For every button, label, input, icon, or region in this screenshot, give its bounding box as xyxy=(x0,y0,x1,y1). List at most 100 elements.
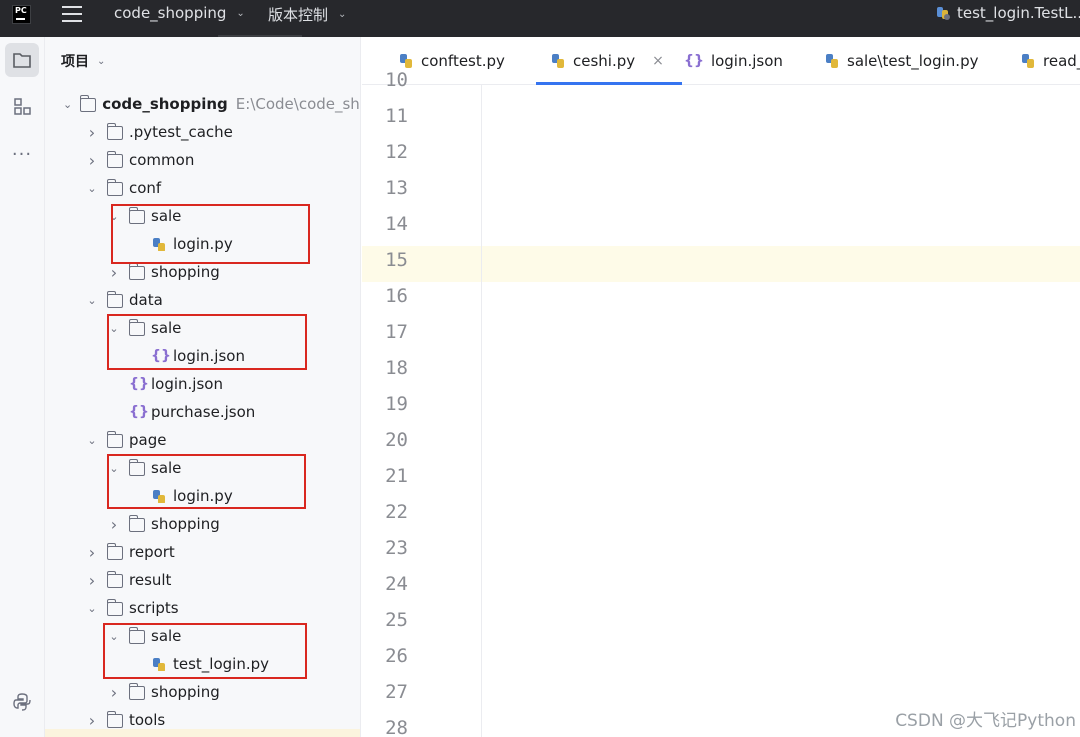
expanded-arrow-icon[interactable]: ⌄ xyxy=(85,602,99,615)
tree-root[interactable]: ⌄ code_shopping E:\Code\code_sho xyxy=(45,90,361,118)
tree-item[interactable]: › .pytest_cache xyxy=(45,118,360,146)
tree-item[interactable]: › shopping xyxy=(45,678,360,706)
highlight-box xyxy=(111,204,310,264)
collapsed-arrow-icon[interactable]: › xyxy=(85,543,99,562)
tree-item-label: .pytest_cache xyxy=(129,123,233,141)
line-number: 14 xyxy=(385,213,408,235)
collapsed-arrow-icon[interactable]: › xyxy=(107,515,121,534)
project-view-selector[interactable]: 项目 ⌄ xyxy=(61,51,105,71)
expanded-arrow-icon[interactable]: ⌄ xyxy=(85,434,99,447)
pycharm-logo-icon[interactable]: PC xyxy=(12,5,31,24)
tree-item-label: report xyxy=(129,543,175,561)
folder-icon xyxy=(106,291,123,308)
folder-icon xyxy=(106,711,123,728)
expanded-arrow-icon[interactable]: ⌄ xyxy=(63,98,72,111)
tab-label: login.json xyxy=(710,52,783,70)
more-tools-icon[interactable]: ··· xyxy=(5,137,39,171)
tab-sale-test-login[interactable]: sale\test_login.py xyxy=(824,37,978,85)
tab-login-json[interactable]: {} login.json xyxy=(684,37,783,85)
run-config-label: test_login.TestL... xyxy=(957,4,1080,22)
tree-item-label: shopping xyxy=(151,683,220,701)
expanded-arrow-icon[interactable]: ⌄ xyxy=(85,294,99,307)
gutter-separator xyxy=(481,85,482,737)
python-test-icon xyxy=(937,7,950,20)
collapsed-arrow-icon[interactable]: › xyxy=(85,711,99,730)
chevron-down-icon: ⌄ xyxy=(97,55,106,67)
folder-icon xyxy=(128,683,145,700)
line-number: 12 xyxy=(385,141,408,163)
title-bar: PC code_shopping ⌄ 版本控制 ⌄ test_login.Tes… xyxy=(0,0,1080,37)
tree-item[interactable]: › report xyxy=(45,538,360,566)
collapsed-arrow-icon[interactable]: › xyxy=(85,571,99,590)
folder-icon xyxy=(13,53,31,68)
tab-ceshi[interactable]: ceshi.py × xyxy=(536,37,682,85)
tree-item[interactable]: › shopping xyxy=(45,510,360,538)
root-path: E:\Code\code_sho xyxy=(235,95,361,113)
python-file-icon xyxy=(1022,54,1034,68)
json-file-icon: {} xyxy=(684,53,704,69)
vcs-widget[interactable]: 版本控制 ⌄ xyxy=(268,4,346,25)
tree-item-label: page xyxy=(129,431,167,449)
collapsed-arrow-icon[interactable]: › xyxy=(85,151,99,170)
line-number: 23 xyxy=(385,537,408,559)
tree-item[interactable]: {} login.json xyxy=(45,370,360,398)
tree-item[interactable]: › result xyxy=(45,566,360,594)
folder-icon xyxy=(128,263,145,280)
folder-icon xyxy=(106,151,123,168)
folder-icon xyxy=(79,95,97,112)
project-panel-title: 项目 xyxy=(61,54,89,70)
line-number: 20 xyxy=(385,429,408,451)
tool-window-strip: ··· xyxy=(0,37,45,737)
line-number: 22 xyxy=(385,501,408,523)
tree-item[interactable]: › common xyxy=(45,146,360,174)
close-tab-icon[interactable]: × xyxy=(652,53,664,69)
tree-item[interactable]: {} purchase.json xyxy=(45,398,360,426)
run-configuration-selector[interactable]: test_login.TestL... xyxy=(935,4,1080,22)
line-number: 26 xyxy=(385,645,408,667)
folder-icon xyxy=(106,543,123,560)
expanded-arrow-icon[interactable]: ⌄ xyxy=(85,182,99,195)
line-number: 27 xyxy=(385,681,408,703)
main-menu-icon[interactable] xyxy=(62,6,82,22)
selected-row-background xyxy=(45,729,360,737)
tree-item-label: purchase.json xyxy=(151,403,256,421)
tree-item[interactable]: ⌄ conf xyxy=(45,174,360,202)
tab-read[interactable]: read_ xyxy=(1020,37,1080,85)
folder-icon xyxy=(106,179,123,196)
tree-item[interactable]: ⌄ page xyxy=(45,426,360,454)
watermark: CSDN @大飞记Python xyxy=(895,711,1076,731)
line-number-gutter[interactable]: 10 11 12 13 14 15 16 17 18 19 20 21 22 23 24 25 26 27 28 xyxy=(362,69,434,737)
line-number: 13 xyxy=(385,177,408,199)
collapsed-arrow-icon[interactable]: › xyxy=(107,263,121,282)
tree-item[interactable]: ⌄ data xyxy=(45,286,360,314)
json-file-icon: {} xyxy=(129,376,149,392)
structure-icon xyxy=(14,98,31,115)
project-switcher[interactable]: code_shopping ⌄ xyxy=(114,4,245,22)
line-number: 24 xyxy=(385,573,408,595)
line-number: 16 xyxy=(385,285,408,307)
tab-label: ceshi.py xyxy=(573,52,636,70)
python-file-icon xyxy=(552,54,564,68)
collapsed-arrow-icon[interactable]: › xyxy=(107,683,121,702)
python-console-icon xyxy=(13,693,31,711)
json-file-icon: {} xyxy=(129,404,149,420)
project-panel: 项目 ⌄ ⌄ code_shopping E:\Code\code_sho ›.… xyxy=(45,37,361,737)
line-number: 21 xyxy=(385,465,408,487)
tab-label: conftest.py xyxy=(421,52,505,70)
python-console-button[interactable] xyxy=(5,685,39,719)
tree-item[interactable]: ⌄ scripts xyxy=(45,594,360,622)
project-tool-button[interactable] xyxy=(5,43,39,77)
folder-icon xyxy=(128,515,145,532)
line-number: 28 xyxy=(385,717,408,737)
tab-conftest[interactable]: conftest.py xyxy=(398,37,505,85)
structure-tool-button[interactable] xyxy=(5,89,39,123)
collapsed-arrow-icon[interactable]: › xyxy=(85,123,99,142)
tree-item-label: result xyxy=(129,571,172,589)
line-number: 11 xyxy=(385,105,408,127)
python-file-icon xyxy=(400,54,412,68)
tree-item-label: shopping xyxy=(151,515,220,533)
tree-item-label: login.json xyxy=(151,375,223,393)
tree-item-label: scripts xyxy=(129,599,179,617)
folder-icon xyxy=(106,571,123,588)
line-number: 10 xyxy=(385,69,408,91)
